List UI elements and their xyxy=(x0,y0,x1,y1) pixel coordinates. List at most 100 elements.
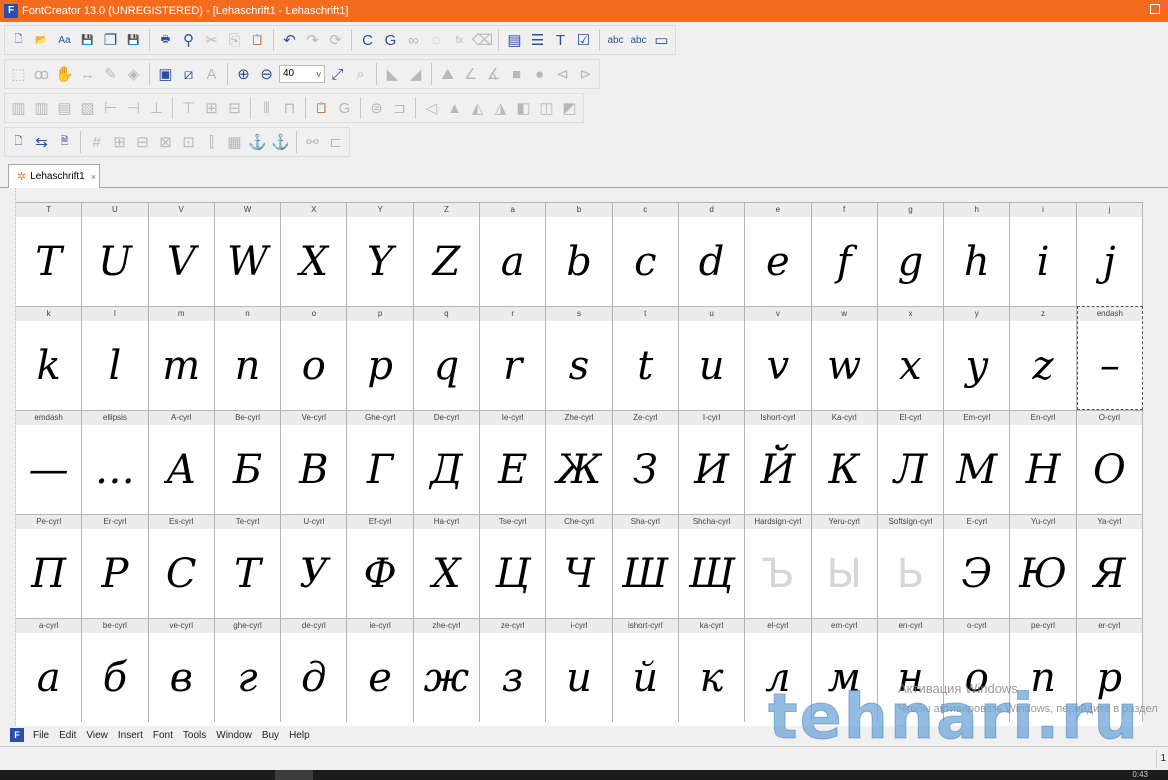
angle-icon[interactable]: ∠ xyxy=(460,64,481,85)
glyph-cell-ha-cyrl[interactable]: Ha-cyrl Х xyxy=(413,514,481,618)
maximize-button[interactable] xyxy=(1150,4,1160,14)
glyph-cell-a[interactable]: aa xyxy=(480,202,547,306)
align-4-icon[interactable]: ▧ xyxy=(77,98,98,119)
glyph-cell-zhe-cyrl[interactable]: zhe-cyrl ж xyxy=(413,618,481,722)
glyph-cell-ve-cyrl[interactable]: Ve-cyrl В xyxy=(281,410,348,514)
glyph-cell-sha-cyrl[interactable]: Sha-cyrl Ш xyxy=(612,514,679,618)
glyph-cell-x[interactable]: xx xyxy=(877,306,945,410)
glyph-cell-be-cyrl[interactable]: be-cyrl б xyxy=(82,618,149,722)
glyph-cell-a-cyrl[interactable]: A-cyrl А xyxy=(148,410,215,514)
glyph-cell-el-cyrl[interactable]: El-cyrl Л xyxy=(877,410,945,514)
glyph-cell-ghe-cyrl[interactable]: Ghe-cyrl Г xyxy=(347,410,414,514)
hint-icon[interactable]: ⚯ xyxy=(302,132,323,153)
glyph-cell-s[interactable]: ss xyxy=(546,306,613,410)
zoom-level-select[interactable]: 40 xyxy=(279,65,325,83)
open-icon[interactable]: 📂 xyxy=(31,30,52,51)
glyph-cell-t[interactable]: tt xyxy=(612,306,679,410)
glyph-cell-i-cyrl[interactable]: I-cyrl И xyxy=(678,410,746,514)
glyph-cell-d[interactable]: dd xyxy=(678,202,746,306)
guides-3-icon[interactable]: ⊠ xyxy=(155,132,176,153)
angle-2-icon[interactable]: ∡ xyxy=(483,64,504,85)
undo-icon[interactable]: ↶ xyxy=(279,30,300,51)
glyph-cell-b[interactable]: bb xyxy=(546,202,613,306)
menu-font[interactable]: Font xyxy=(150,730,180,741)
glyph-cell-emdash[interactable]: emdash — xyxy=(16,410,83,514)
glyph-cell-er-cyrl[interactable]: Er-cyrl Р xyxy=(82,514,149,618)
anchor-2-icon[interactable]: ⚓ xyxy=(270,132,291,153)
zoom-rect-icon[interactable]: ⌕ xyxy=(350,64,371,85)
glyph-cell-z[interactable]: zz xyxy=(1010,306,1077,410)
align-7-icon[interactable]: ⊥ xyxy=(146,98,167,119)
glyph-cell-yeru-cyrl[interactable]: Yeru-cyrl Ы xyxy=(811,514,878,618)
glyph-cell-tse-cyrl[interactable]: Tse-cyrl Ц xyxy=(480,514,547,618)
glyph-cell-de-cyrl[interactable]: de-cyrl д xyxy=(281,618,348,722)
zoom-out-icon[interactable]: ⊖ xyxy=(256,64,277,85)
formula-icon[interactable]: fx xyxy=(449,30,470,51)
glyph-cell-y[interactable]: yy xyxy=(944,306,1011,410)
space-1-icon[interactable]: ⫴ xyxy=(256,98,277,119)
paste-icon[interactable]: 📋 xyxy=(247,30,268,51)
glyph-cell-te-cyrl[interactable]: Te-cyrl Т xyxy=(214,514,282,618)
glyph-cell-o[interactable]: oo xyxy=(281,306,348,410)
glyph-cell-pe-cyrl[interactable]: Pe-cyrl П xyxy=(16,514,83,618)
guides-icon[interactable]: ⊞ xyxy=(109,132,130,153)
text-icon[interactable]: T xyxy=(550,30,571,51)
glyph-cell-be-cyrl[interactable]: Be-cyrl Б xyxy=(214,410,282,514)
glyph-cell-x[interactable]: XX xyxy=(281,202,348,306)
glyph-cell-u[interactable]: uu xyxy=(678,306,746,410)
properties-icon[interactable]: ▤ xyxy=(504,30,525,51)
guides-5-icon[interactable]: ⫿ xyxy=(201,132,222,153)
background-image-icon[interactable]: ▣ xyxy=(155,64,176,85)
glyph-cell-ef-cyrl[interactable]: Ef-cyrl Ф xyxy=(347,514,414,618)
save-icon[interactable]: 💾 xyxy=(77,30,98,51)
outline-style-icon[interactable]: ⧄ xyxy=(178,64,199,85)
next-icon[interactable]: ⊳ xyxy=(575,64,596,85)
font-style-icon[interactable]: A xyxy=(201,64,222,85)
glyph-cell-g[interactable]: gg xyxy=(877,202,945,306)
find-icon[interactable]: ⚲ xyxy=(178,30,199,51)
glyph-cell-e[interactable]: ee xyxy=(745,202,812,306)
anchor-icon[interactable]: ⚓ xyxy=(247,132,268,153)
glyph-cell-i-cyrl[interactable]: i-cyrl и xyxy=(546,618,613,722)
hint-2-icon[interactable]: ⊏ xyxy=(325,132,346,153)
skew-icon[interactable]: ◮ xyxy=(490,98,511,119)
align-6-icon[interactable]: ⊣ xyxy=(123,98,144,119)
refresh-icon[interactable]: ⟳ xyxy=(325,30,346,51)
glyph-cell-w[interactable]: WW xyxy=(214,202,282,306)
intersect-icon[interactable]: ◫ xyxy=(536,98,557,119)
copy-icon[interactable]: ⎘ xyxy=(224,30,245,51)
glyph-cell-ie-cyrl[interactable]: ie-cyrl е xyxy=(347,618,414,722)
menu-buy[interactable]: Buy xyxy=(259,730,286,741)
font-properties-icon[interactable]: Aa xyxy=(54,30,75,51)
glyph-cell-w[interactable]: ww xyxy=(811,306,878,410)
fit-icon[interactable]: ⤢ xyxy=(327,64,348,85)
spell-check-icon[interactable]: abc xyxy=(605,30,626,51)
dist-2-icon[interactable]: ⊞ xyxy=(201,98,222,119)
save-as-icon[interactable]: 💾 xyxy=(123,30,144,51)
glyph-cell-o-cyrl[interactable]: O-cyrl О xyxy=(1076,410,1143,514)
glyph-cell-r[interactable]: rr xyxy=(480,306,547,410)
glyph-grid[interactable]: TTUUVVWWXXYYZZaabbccddeeffgghhiijjkkllmm… xyxy=(16,202,1143,726)
glyph-cell-v[interactable]: vv xyxy=(745,306,812,410)
glyph-cell-ellipsis[interactable]: ellipsis… xyxy=(82,410,149,514)
glyph-cell-ghe-cyrl[interactable]: ghe-cyrl г xyxy=(214,618,282,722)
pencil-icon[interactable]: ✎ xyxy=(100,64,121,85)
flip-icon[interactable]: ▲ xyxy=(444,98,465,119)
align-5-icon[interactable]: ⊢ xyxy=(100,98,121,119)
lasso-icon[interactable]: ꝏ xyxy=(31,64,52,85)
redo-icon[interactable]: ↷ xyxy=(302,30,323,51)
menu-tools[interactable]: Tools xyxy=(180,730,213,741)
glyph-cell-a-cyrl[interactable]: a-cyrl а xyxy=(16,618,83,722)
taskbar-app-button[interactable] xyxy=(275,770,313,780)
save-all-icon[interactable]: ❐ xyxy=(100,30,121,51)
guides-4-icon[interactable]: ⊡ xyxy=(178,132,199,153)
glyph-cell-en-cyrl[interactable]: En-cyrl Н xyxy=(1010,410,1077,514)
glyph-g-icon[interactable]: G xyxy=(380,30,401,51)
glyph-cell-es-cyrl[interactable]: Es-cyrl С xyxy=(148,514,215,618)
close-tab-button[interactable]: × xyxy=(91,172,96,182)
page-list-icon[interactable]: 🗎 xyxy=(54,132,75,153)
glyph-cell-f[interactable]: ff xyxy=(811,202,878,306)
metrics-icon[interactable]: ⇆ xyxy=(31,132,52,153)
glyph-cell-l[interactable]: ll xyxy=(82,306,149,410)
glyph-cell-u-cyrl[interactable]: U-cyrl У xyxy=(281,514,348,618)
